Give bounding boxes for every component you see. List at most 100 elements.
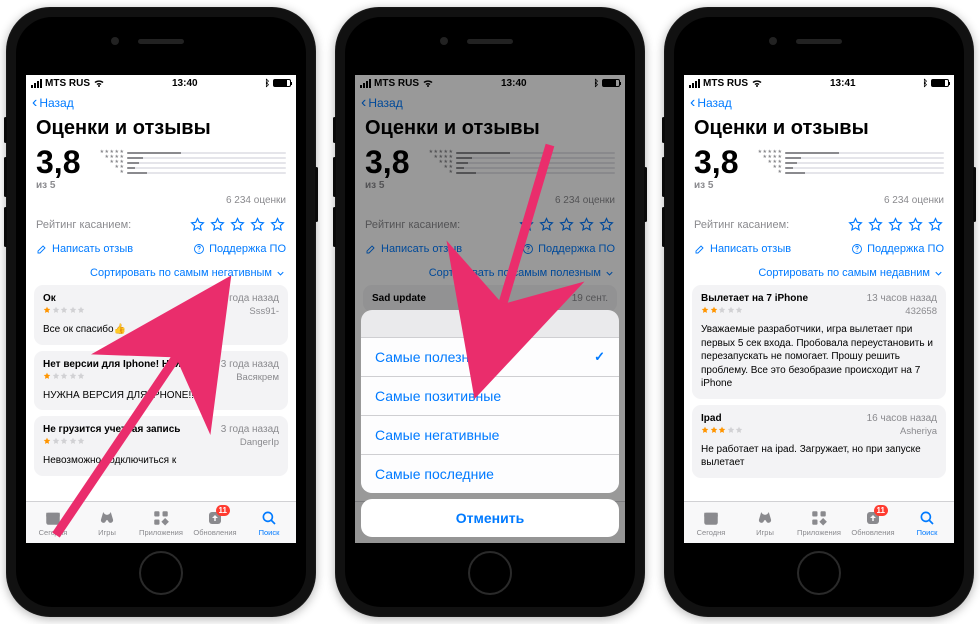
battery-icon xyxy=(602,79,620,87)
review-author: Asheriya xyxy=(900,426,937,437)
review-card[interactable]: Ipad16 часов назад Asheriya Не работает … xyxy=(692,405,946,478)
write-review-link[interactable]: Написать отзыв xyxy=(36,243,133,255)
tab-today[interactable]: Сегодня xyxy=(684,502,738,543)
review-date: 3 года назад xyxy=(221,293,279,304)
battery-icon xyxy=(273,79,291,87)
review-body: Невозможно подключиться к xyxy=(43,454,279,468)
phone-mockup-1: MTS RUS 13:40 ᛒ ‹Назад Оценки и отзывы 3… xyxy=(6,7,316,617)
review-stars xyxy=(43,372,85,383)
ratings-count: 6 234 оценки xyxy=(684,195,954,212)
review-stars xyxy=(701,306,743,317)
review-date: 3 года назад xyxy=(221,359,279,370)
tap-rating-stars[interactable] xyxy=(189,216,286,233)
out-of-label: из 5 xyxy=(694,180,738,191)
tap-rating-stars[interactable] xyxy=(847,216,944,233)
review-card[interactable]: Ок 3 года назад Sss91- Все ок спасибо👍 xyxy=(34,285,288,345)
help-icon xyxy=(193,243,205,255)
page-title: Оценки и отзывы xyxy=(26,115,296,146)
sheet-cancel-button[interactable]: Отменить xyxy=(361,499,619,537)
star-icon[interactable] xyxy=(229,216,246,233)
review-date: 3 года назад xyxy=(221,424,279,435)
review-body: Все ок спасибо👍 xyxy=(43,323,279,337)
rating-score: 3,8 xyxy=(36,146,80,178)
status-bar: MTS RUS 13:40 ᛒ xyxy=(26,75,296,91)
signal-icon xyxy=(31,79,42,88)
chevron-left-icon: ‹ xyxy=(361,94,366,112)
chevron-down-icon xyxy=(933,268,944,279)
star-icon[interactable] xyxy=(269,216,286,233)
rating-histogram: ★★★★★ ★★★★ ★★★ ★★ ★ xyxy=(90,146,286,175)
rating-histogram: ★★★★★ ★★★★ ★★★ ★★ ★ xyxy=(748,146,944,175)
support-link[interactable]: Поддержка ПО xyxy=(851,243,944,255)
clock: 13:40 xyxy=(501,78,527,89)
review-author: Sss91- xyxy=(249,306,279,317)
review-card[interactable]: Нет версии для Iphone! НУЖ…3 года назад … xyxy=(34,351,288,411)
review-date: 13 часов назад xyxy=(867,293,937,304)
review-body: Уважаемые разработчики, игра вылетает пр… xyxy=(701,323,937,391)
write-review-link[interactable]: Написать отзыв xyxy=(365,243,462,255)
sort-button[interactable]: Сортировать по самым недавним xyxy=(684,263,954,285)
tap-rating-stars[interactable] xyxy=(518,216,615,233)
sort-option-positive[interactable]: Самые позитивные xyxy=(361,377,619,416)
review-author: 432658 xyxy=(905,306,937,317)
checkmark-icon: ✓ xyxy=(594,349,605,365)
nav-back[interactable]: ‹Назад xyxy=(684,91,954,115)
review-card[interactable]: Вылетает на 7 iPhone 13 часов назад 43265… xyxy=(692,285,946,399)
bluetooth-icon: ᛒ xyxy=(923,78,928,88)
nav-back[interactable]: ‹Назад xyxy=(355,91,625,115)
tab-today[interactable]: Сегодня xyxy=(26,502,80,543)
tab-updates[interactable]: Обновления11 xyxy=(188,502,242,543)
tap-rating-label: Рейтинг касанием: xyxy=(36,219,131,231)
tab-bar: Сегодня Игры Приложения Обновления11 Пои… xyxy=(684,501,954,543)
clock: 13:41 xyxy=(830,78,856,89)
review-card[interactable]: Не грузится учетная запись3 года назад D… xyxy=(34,416,288,476)
wifi-icon xyxy=(422,77,434,89)
clock: 13:40 xyxy=(172,78,198,89)
rating-histogram: ★★★★★ ★★★★ ★★★ ★★ ★ xyxy=(419,146,615,175)
reviews-list: Ок 3 года назад Sss91- Все ок спасибо👍 Не… xyxy=(26,285,296,476)
sort-option-negative[interactable]: Самые негативные xyxy=(361,416,619,455)
nav-back[interactable]: ‹Назад xyxy=(26,91,296,115)
rating-score: 3,8 xyxy=(694,146,738,178)
phone-mockup-3: MTS RUS 13:41 ᛒ ‹Назад Оценки и отзывы 3… xyxy=(664,7,974,617)
tab-apps[interactable]: Приложения xyxy=(792,502,846,543)
tab-apps[interactable]: Приложения xyxy=(134,502,188,543)
review-title: Ок xyxy=(43,293,56,304)
tab-search[interactable]: Поиск xyxy=(242,502,296,543)
review-stars xyxy=(43,306,85,317)
edit-icon xyxy=(694,243,706,255)
star-icon[interactable] xyxy=(249,216,266,233)
out-of-label: из 5 xyxy=(365,180,409,191)
reviews-list: Вылетает на 7 iPhone 13 часов назад 43265… xyxy=(684,285,954,478)
tap-rating-label: Рейтинг касанием: xyxy=(694,219,789,231)
tab-games[interactable]: Игры xyxy=(80,502,134,543)
review-title: Не грузится учетная запись xyxy=(43,424,180,435)
tab-games[interactable]: Игры xyxy=(738,502,792,543)
tab-updates[interactable]: Обновления11 xyxy=(846,502,900,543)
page-title: Оценки и отзывы xyxy=(355,115,625,146)
sort-option-helpful[interactable]: Самые полезные✓ xyxy=(361,338,619,377)
write-review-link[interactable]: Написать отзыв xyxy=(694,243,791,255)
support-link[interactable]: Поддержка ПО xyxy=(193,243,286,255)
star-icon[interactable] xyxy=(189,216,206,233)
review-date: 16 часов назад xyxy=(867,413,937,424)
review-title: Вылетает на 7 iPhone xyxy=(701,293,808,304)
back-label: Назад xyxy=(39,96,73,110)
sort-option-recent[interactable]: Самые последние xyxy=(361,455,619,493)
review-card[interactable]: Sad update19 сент. xyxy=(363,285,617,312)
help-icon xyxy=(522,243,534,255)
wifi-icon xyxy=(751,77,763,89)
support-link[interactable]: Поддержка ПО xyxy=(522,243,615,255)
sort-button[interactable]: Сортировать по самым негативным xyxy=(26,263,296,285)
chevron-down-icon xyxy=(604,268,615,279)
search-icon xyxy=(260,509,278,527)
edit-icon xyxy=(36,243,48,255)
chevron-down-icon xyxy=(275,268,286,279)
chevron-left-icon: ‹ xyxy=(690,94,695,112)
phone-mockup-2: MTS RUS 13:40 ᛒ ‹Назад Оценки и отзывы 3… xyxy=(335,7,645,617)
sort-button[interactable]: Сортировать по самым полезным xyxy=(355,263,625,285)
star-icon[interactable] xyxy=(209,216,226,233)
review-date: 19 сент. xyxy=(572,293,608,304)
tab-search[interactable]: Поиск xyxy=(900,502,954,543)
edit-icon xyxy=(365,243,377,255)
